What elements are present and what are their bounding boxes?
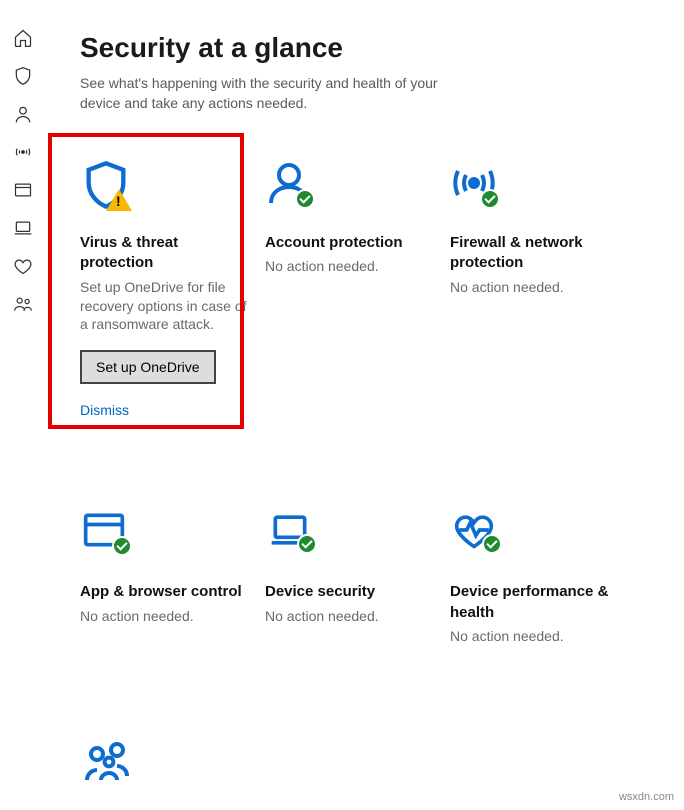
family-icon[interactable] — [13, 294, 33, 314]
card-title: Device security — [265, 582, 434, 602]
dismiss-link[interactable]: Dismiss — [80, 402, 249, 418]
heart-icon[interactable] — [13, 256, 33, 276]
main-content: Security at a glance See what's happenin… — [46, 0, 684, 809]
card-app-browser[interactable]: App & browser control No action needed. — [80, 508, 265, 645]
browser-ok-icon — [80, 508, 249, 564]
card-virus-threat[interactable]: Virus & threat protection Set up OneDriv… — [80, 159, 265, 418]
card-desc: No action needed. — [450, 278, 619, 297]
card-title: Firewall & network protection — [450, 233, 619, 274]
account-icon[interactable] — [13, 104, 33, 124]
account-ok-icon — [265, 159, 434, 215]
laptop-ok-icon — [265, 508, 434, 564]
card-firewall-network[interactable]: Firewall & network protection No action … — [450, 159, 635, 418]
shield-icon[interactable] — [13, 66, 33, 86]
cards-grid: Virus & threat protection Set up OneDriv… — [80, 159, 684, 810]
home-icon[interactable] — [13, 28, 33, 48]
card-title: App & browser control — [80, 582, 249, 602]
sidebar — [0, 0, 46, 809]
card-device-performance[interactable]: Device performance & health No action ne… — [450, 508, 635, 645]
card-title: Account protection — [265, 233, 434, 253]
watermark: wsxdn.com — [619, 791, 674, 803]
network-icon[interactable] — [13, 142, 33, 162]
card-title: Virus & threat protection — [80, 233, 249, 274]
card-desc: No action needed. — [450, 627, 619, 646]
family-icon-large — [80, 736, 249, 792]
device-icon[interactable] — [13, 218, 33, 238]
network-ok-icon — [450, 159, 619, 215]
app-browser-icon[interactable] — [13, 180, 33, 200]
card-account-protection[interactable]: Account protection No action needed. — [265, 159, 450, 418]
card-desc: No action needed. — [265, 257, 434, 276]
shield-warning-icon — [80, 159, 249, 215]
card-family-options[interactable] — [80, 736, 265, 810]
card-desc: Set up OneDrive for file recovery option… — [80, 278, 249, 335]
heart-ok-icon — [450, 508, 619, 564]
page-subtitle: See what's happening with the security a… — [80, 74, 460, 113]
page-title: Security at a glance — [80, 32, 684, 64]
card-desc: No action needed. — [80, 607, 249, 626]
card-device-security[interactable]: Device security No action needed. — [265, 508, 450, 645]
card-desc: No action needed. — [265, 607, 434, 626]
card-title: Device performance & health — [450, 582, 619, 623]
setup-onedrive-button[interactable]: Set up OneDrive — [80, 350, 216, 384]
